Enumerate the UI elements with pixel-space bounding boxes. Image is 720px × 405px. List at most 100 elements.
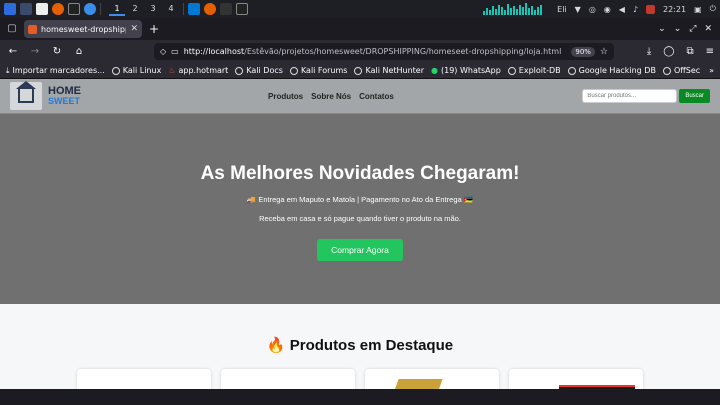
products-title: 🔥 Produtos em Destaque xyxy=(266,337,454,354)
nav-contatos[interactable]: Contatos xyxy=(359,92,394,101)
buy-now-button[interactable]: Comprar Agora xyxy=(317,238,403,261)
featured-products-section: 🔥 Produtos em Destaque xyxy=(0,304,720,389)
wifi-icon[interactable]: ▼ xyxy=(575,5,581,14)
volume-icon[interactable]: ◀ xyxy=(619,5,625,14)
house-logo-icon xyxy=(10,81,42,110)
username: Eli xyxy=(557,4,567,14)
app-icon[interactable]: ◉ xyxy=(604,5,611,14)
product-image xyxy=(559,385,635,389)
import-icon: ⤓ xyxy=(6,65,10,75)
tab-homesweet[interactable]: homesweet-dropshipping ✕ xyxy=(24,20,142,38)
power-icon[interactable]: ⏻ xyxy=(710,4,716,14)
globe-icon xyxy=(235,66,244,75)
window-controls: ⌄ ⌄ ⤢ ✕ xyxy=(658,24,720,34)
hero-delivery-info: 🚚 Entrega em Maputo e Matola | Pagamento… xyxy=(246,194,474,204)
web-page: HOME SWEET Produtos Sobre Nós Contatos B… xyxy=(0,79,720,389)
bookmark-kali-forums[interactable]: Kali Forums xyxy=(289,66,347,75)
product-card[interactable] xyxy=(365,369,499,389)
search-input[interactable] xyxy=(582,89,678,103)
page-icon[interactable]: ▭ xyxy=(171,47,179,56)
hero-title: As Melhores Novidades Chegaram! xyxy=(200,162,520,184)
url-bar[interactable]: ◇ ▭ http://localhost/Estêvão/projetos/ho… xyxy=(154,43,614,60)
nav-sobre-nos[interactable]: Sobre Nós xyxy=(311,92,351,101)
browser-tab-strip: ▢ homesweet-dropshipping ✕ + ⌄ ⌄ ⤢ ✕ xyxy=(0,18,720,40)
product-image xyxy=(391,379,443,389)
tab-favicon-icon xyxy=(28,24,37,34)
terminal-window-icon[interactable] xyxy=(236,3,248,15)
os-taskbar: 1 2 3 4 Eli ▼ ◎ ◉ ◀ ♪ 22:21 ▣ ⏻ xyxy=(0,0,720,18)
chromium-icon[interactable] xyxy=(84,3,96,15)
globe-icon xyxy=(567,66,576,75)
vscode-icon[interactable] xyxy=(188,3,200,15)
hero-payment-info: Receba em casa e só pague quando tiver o… xyxy=(259,213,461,223)
bookmark-google-hacking-db[interactable]: Google Hacking DB xyxy=(567,66,656,75)
files-icon[interactable] xyxy=(36,3,48,15)
forward-icon[interactable]: → xyxy=(28,46,42,57)
cpu-graph xyxy=(483,3,553,15)
lock-icon[interactable]: ▣ xyxy=(694,5,702,14)
globe-icon xyxy=(289,66,298,75)
shield-icon[interactable]: ◇ xyxy=(160,47,166,56)
bookmark-whatsapp[interactable]: ● (19) WhatsApp xyxy=(431,66,501,75)
globe-icon xyxy=(354,66,363,75)
workspace-4[interactable]: 4 xyxy=(163,2,179,16)
bookmark-kali-docs[interactable]: Kali Docs xyxy=(235,66,283,75)
bookmark-offsec[interactable]: OffSec xyxy=(662,66,700,75)
product-card[interactable] xyxy=(221,369,355,389)
new-tab-icon[interactable]: + xyxy=(146,22,162,36)
bookmark-kali-nethunter[interactable]: Kali NetHunter xyxy=(354,66,424,75)
extensions-icon[interactable]: ⧉ xyxy=(686,46,693,57)
battery-icon[interactable] xyxy=(646,4,656,14)
chevron-down-icon[interactable]: ⌄ xyxy=(658,24,666,34)
close-window-icon[interactable]: ✕ xyxy=(704,24,712,34)
minimize-icon[interactable]: ⌄ xyxy=(674,24,682,34)
chevron-right-icon[interactable]: » xyxy=(709,66,714,75)
globe-icon xyxy=(507,66,516,75)
firefox-icon[interactable] xyxy=(52,3,64,15)
maximize-icon[interactable]: ⤢ xyxy=(689,24,696,34)
firefox-window-icon[interactable] xyxy=(204,3,216,15)
product-card[interactable] xyxy=(509,369,643,389)
close-icon[interactable]: ✕ xyxy=(130,24,138,34)
workspace-3[interactable]: 3 xyxy=(145,2,161,16)
menu-icon[interactable]: ≡ xyxy=(706,46,714,57)
site-nav: Produtos Sobre Nós Contatos xyxy=(268,92,394,101)
zoom-level[interactable]: 90% xyxy=(571,46,595,57)
site-logo[interactable]: HOME SWEET xyxy=(10,81,81,110)
flame-icon: ♨ xyxy=(168,66,176,75)
globe-icon xyxy=(662,66,671,75)
product-card[interactable] xyxy=(77,369,211,389)
bookmark-import[interactable]: ⤓ Importar marcadores... xyxy=(6,66,105,76)
bookmarks-bar: ⤓ Importar marcadores... Kali Linux ♨ app.… xyxy=(0,63,720,79)
url-text[interactable]: http://localhost/Estêvão/projetos/homesw… xyxy=(184,47,567,56)
whatsapp-icon[interactable]: ◎ xyxy=(589,5,596,14)
account-icon[interactable]: ◯ xyxy=(663,46,674,57)
product-cards xyxy=(0,369,720,389)
hero-section: As Melhores Novidades Chegaram! 🚚 Entreg… xyxy=(0,114,720,304)
kali-menu-icon[interactable] xyxy=(4,3,16,15)
window-icon[interactable] xyxy=(220,3,232,15)
browser-nav-bar: ← → ↻ ⌂ ◇ ▭ http://localhost/Estêvão/pro… xyxy=(0,40,720,63)
terminal-icon[interactable] xyxy=(68,3,80,15)
bookmark-kali-linux[interactable]: Kali Linux xyxy=(111,66,161,75)
taskbar-separator xyxy=(183,3,184,15)
bookmark-star-icon[interactable]: ☆ xyxy=(600,47,608,57)
workspace-switcher: 1 2 3 4 xyxy=(109,2,179,16)
workspace-1[interactable]: 1 xyxy=(109,2,125,16)
download-icon[interactable]: ⤓ xyxy=(647,46,651,57)
reload-icon[interactable]: ↻ xyxy=(50,46,64,57)
back-icon[interactable]: ← xyxy=(6,46,20,57)
nav-produtos[interactable]: Produtos xyxy=(268,92,303,101)
search-button[interactable]: Buscar xyxy=(679,89,710,103)
home-icon[interactable]: ⌂ xyxy=(72,46,86,57)
bookmark-exploit-db[interactable]: Exploit-DB xyxy=(507,66,561,75)
whatsapp-icon: ● xyxy=(431,66,438,75)
workspace-2[interactable]: 2 xyxy=(127,2,143,16)
logo-sweet-text: SWEET xyxy=(48,96,81,106)
globe-icon xyxy=(111,66,120,75)
bell-icon[interactable]: ♪ xyxy=(633,5,638,14)
bookmark-hotmart[interactable]: ♨ app.hotmart xyxy=(168,66,228,75)
desktop-icon[interactable] xyxy=(20,3,32,15)
clock: 22:21 xyxy=(663,4,687,14)
tab-list-icon[interactable]: ▢ xyxy=(4,21,20,37)
